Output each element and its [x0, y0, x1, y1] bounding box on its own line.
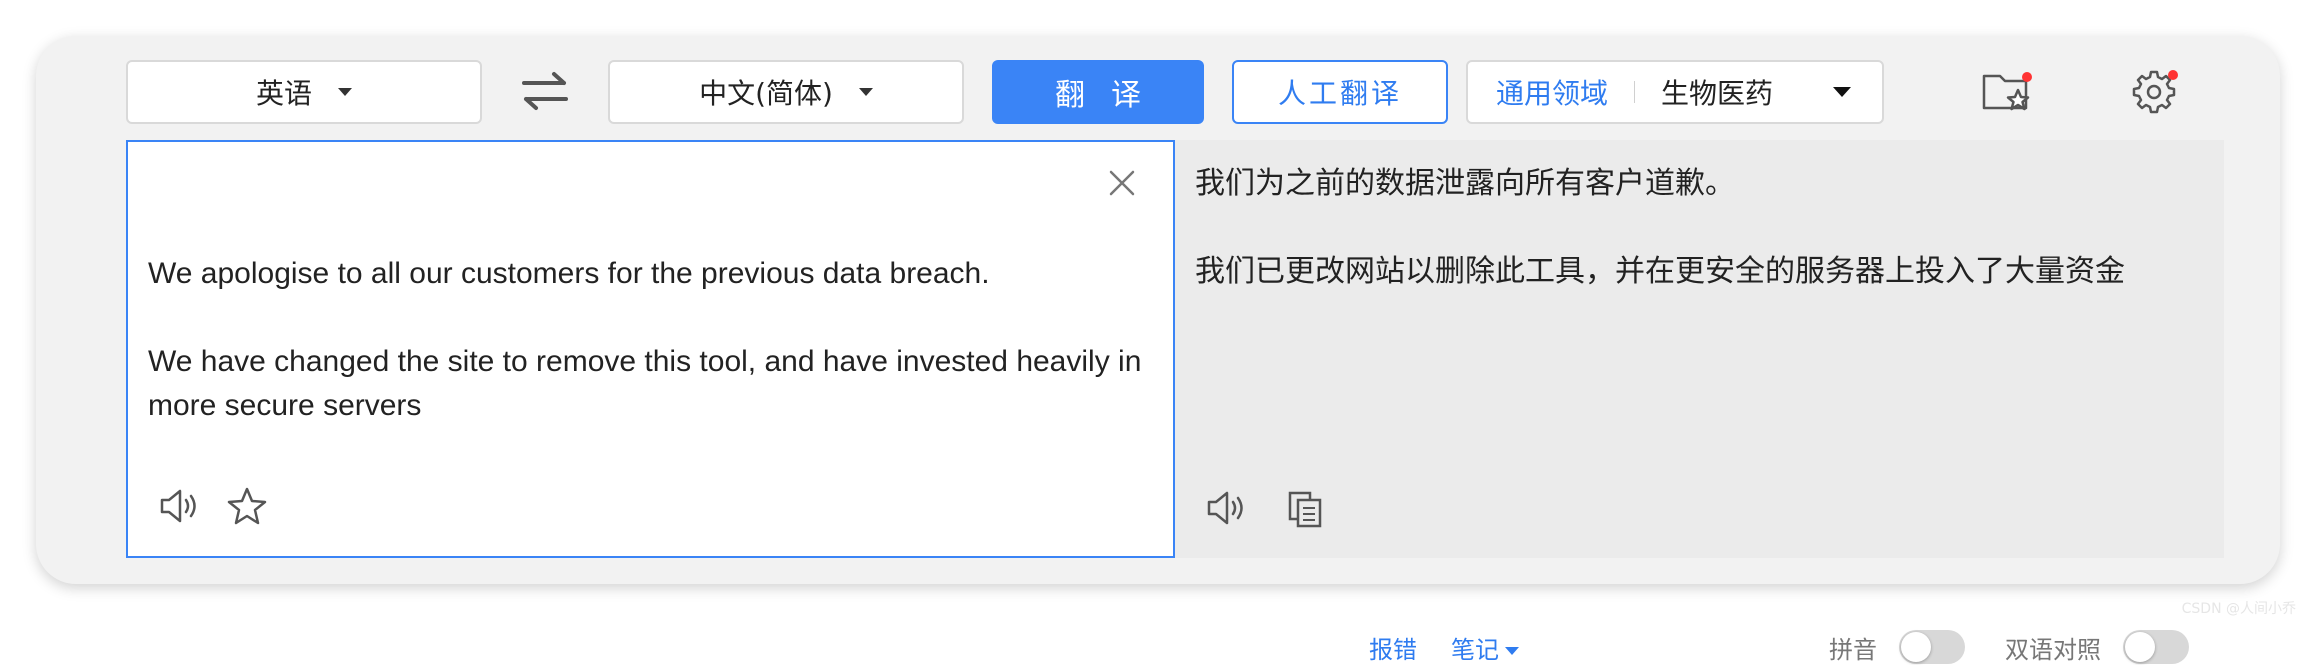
source-paragraph: We apologise to all our customers for th…	[148, 252, 1148, 296]
clear-text-icon[interactable]	[1107, 168, 1137, 198]
translate-button[interactable]: 翻译	[992, 60, 1204, 124]
watermark: CSDN @人间小乔	[2182, 598, 2296, 618]
copy-icon[interactable]	[1287, 490, 1323, 528]
speaker-icon[interactable]	[158, 486, 202, 526]
chevron-down-icon	[338, 88, 352, 96]
translation-paragraph: 我们为之前的数据泄露向所有客户道歉。	[1195, 162, 2205, 206]
source-paragraph: We have changed the site to remove this …	[148, 340, 1148, 428]
notification-dot	[2022, 72, 2032, 82]
settings-button[interactable]	[2126, 66, 2182, 118]
favorites-folder-button[interactable]	[1980, 66, 2036, 118]
chevron-down-icon[interactable]	[1833, 87, 1851, 97]
source-language-select[interactable]: 英语	[126, 60, 482, 124]
divider	[1634, 81, 1635, 103]
pinyin-toggle[interactable]	[1899, 630, 1965, 664]
notification-dot	[2168, 70, 2178, 80]
chevron-down-icon	[859, 88, 873, 96]
speaker-icon[interactable]	[1205, 488, 1249, 528]
star-icon[interactable]	[226, 486, 268, 526]
notes-label: 笔记	[1451, 636, 1499, 664]
target-language-select[interactable]: 中文(简体)	[608, 60, 964, 124]
translation-output-panel: 我们为之前的数据泄露向所有客户道歉。 我们已更改网站以删除此工具，并在更安全的服…	[1175, 140, 2224, 558]
source-text-panel[interactable]: We apologise to all our customers for th…	[126, 140, 1175, 558]
bilingual-toggle[interactable]	[2123, 630, 2189, 664]
human-translate-button[interactable]: 人工翻译	[1232, 60, 1448, 124]
translation-text: 我们为之前的数据泄露向所有客户道歉。 我们已更改网站以删除此工具，并在更安全的服…	[1195, 162, 2205, 338]
source-language-label: 英语	[256, 72, 312, 112]
report-error-link[interactable]: 报错	[1369, 630, 1417, 665]
toggle-knob	[1901, 632, 1931, 662]
notes-dropdown[interactable]: 笔记	[1451, 630, 1519, 665]
toggle-knob	[2125, 632, 2155, 662]
domain-specialty-option[interactable]: 生物医药	[1661, 72, 1773, 112]
domain-general-option[interactable]: 通用领域	[1496, 72, 1608, 112]
source-text[interactable]: We apologise to all our customers for th…	[148, 252, 1148, 428]
caret-down-icon	[1505, 647, 1519, 655]
domain-selector[interactable]: 通用领域 生物医药	[1466, 60, 1884, 124]
translation-paragraph: 我们已更改网站以删除此工具，并在更安全的服务器上投入了大量资金	[1195, 250, 2205, 294]
target-language-label: 中文(简体)	[699, 72, 833, 112]
pinyin-label: 拼音	[1829, 630, 1877, 665]
bilingual-label: 双语对照	[2005, 630, 2101, 665]
swap-languages-icon[interactable]	[518, 66, 572, 116]
